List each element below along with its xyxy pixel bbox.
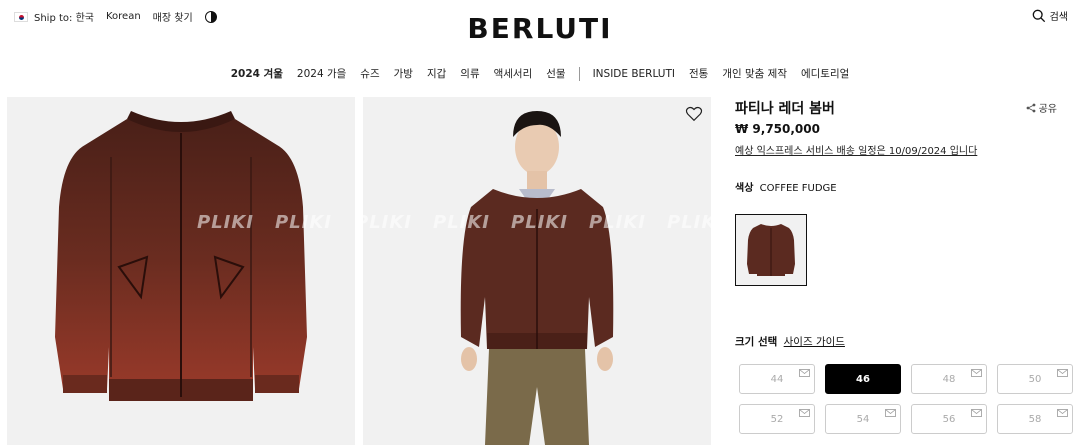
nav-item-wallets[interactable]: 지갑 <box>420 66 453 81</box>
product-info-panel: 파티나 레더 봄버 공유 ₩ 9,750,000 예상 익스프레스 서비스 배송… <box>735 97 1073 434</box>
size-value: 48 <box>942 373 956 385</box>
delivery-estimate-link[interactable]: 예상 익스프레스 서비스 배송 일정은 10/09/2024 입니다 <box>735 142 1065 157</box>
size-option-50[interactable]: 50 <box>997 364 1073 394</box>
size-selection-header: 크기 선택 사이즈 가이드 <box>735 334 845 349</box>
size-grid: 44 46 48 50 52 54 56 58 <box>739 364 1073 434</box>
watermark: PLIKI <box>511 212 569 233</box>
product-price: ₩ 9,750,000 <box>735 122 820 136</box>
nav-item-winter-2024[interactable]: 2024 겨울 <box>224 66 290 81</box>
brand-logo[interactable]: BERLUTI <box>0 12 1080 45</box>
size-option-54[interactable]: 54 <box>825 404 901 434</box>
watermark: PLIKI <box>197 212 255 233</box>
product-image-front[interactable]: PLIKI PLIKI <box>7 97 355 445</box>
nav-item-accessories[interactable]: 액세서리 <box>487 66 540 81</box>
size-value: 44 <box>770 373 784 385</box>
nav-item-bespoke[interactable]: 개인 맞춤 제작 <box>715 66 794 81</box>
nav-item-inside-berluti[interactable]: INSIDE BERLUTI <box>586 68 682 80</box>
notify-mail-icon <box>799 369 810 377</box>
size-value: 58 <box>1028 413 1042 425</box>
notify-mail-icon <box>971 369 982 377</box>
main-nav: 2024 겨울 2024 가을 슈즈 가방 지갑 의류 액세서리 선물 INSI… <box>0 66 1080 81</box>
notify-mail-icon <box>971 409 982 417</box>
color-label: 색상 <box>735 183 754 194</box>
product-title: 파티나 레더 봄버 <box>735 101 835 117</box>
size-option-46[interactable]: 46 <box>825 364 901 394</box>
product-image-model[interactable]: PLIKI PLIKI PLIKI PLIKI PLIKI <box>363 97 711 445</box>
share-icon <box>1026 103 1035 112</box>
size-value: 46 <box>856 373 870 385</box>
size-option-56[interactable]: 56 <box>911 404 987 434</box>
notify-mail-icon <box>799 409 810 417</box>
size-label: 크기 선택 <box>735 336 778 348</box>
jacket-image <box>55 111 307 401</box>
size-option-44[interactable]: 44 <box>739 364 815 394</box>
watermark: PLIKI <box>275 212 333 233</box>
notify-mail-icon <box>1057 369 1068 377</box>
size-value: 54 <box>856 413 870 425</box>
size-option-48[interactable]: 48 <box>911 364 987 394</box>
nav-item-gifts[interactable]: 선물 <box>539 66 572 81</box>
nav-item-bags[interactable]: 가방 <box>387 66 420 81</box>
nav-divider <box>578 66 580 81</box>
color-swatch-coffee-fudge[interactable] <box>735 214 807 286</box>
nav-item-shoes[interactable]: 슈즈 <box>353 66 386 81</box>
wishlist-heart-icon[interactable] <box>685 105 703 123</box>
notify-mail-icon <box>1057 409 1068 417</box>
nav-item-clothing[interactable]: 의류 <box>453 66 486 81</box>
watermark: PLIKI <box>363 212 413 233</box>
nav-item-heritage[interactable]: 전통 <box>682 66 715 81</box>
share-label: 공유 <box>1038 104 1057 115</box>
swatch-thumbnail <box>747 224 795 276</box>
size-value: 50 <box>1028 373 1042 385</box>
watermark: PLIKI <box>667 212 711 233</box>
model-image <box>460 111 614 445</box>
size-guide-link[interactable]: 사이즈 가이드 <box>784 336 845 348</box>
watermark: PLIKI <box>433 212 491 233</box>
size-option-52[interactable]: 52 <box>739 404 815 434</box>
notify-mail-icon <box>885 409 896 417</box>
size-option-58[interactable]: 58 <box>997 404 1073 434</box>
nav-item-editorial[interactable]: 에디토리얼 <box>794 66 856 81</box>
color-info: 색상 COFFEE FUDGE <box>735 179 1065 194</box>
nav-item-autumn-2024[interactable]: 2024 가을 <box>290 66 353 81</box>
size-value: 52 <box>770 413 784 425</box>
share-button[interactable]: 공유 <box>1026 100 1057 115</box>
size-value: 56 <box>942 413 956 425</box>
watermark: PLIKI <box>589 212 647 233</box>
color-value: COFFEE FUDGE <box>759 183 837 194</box>
